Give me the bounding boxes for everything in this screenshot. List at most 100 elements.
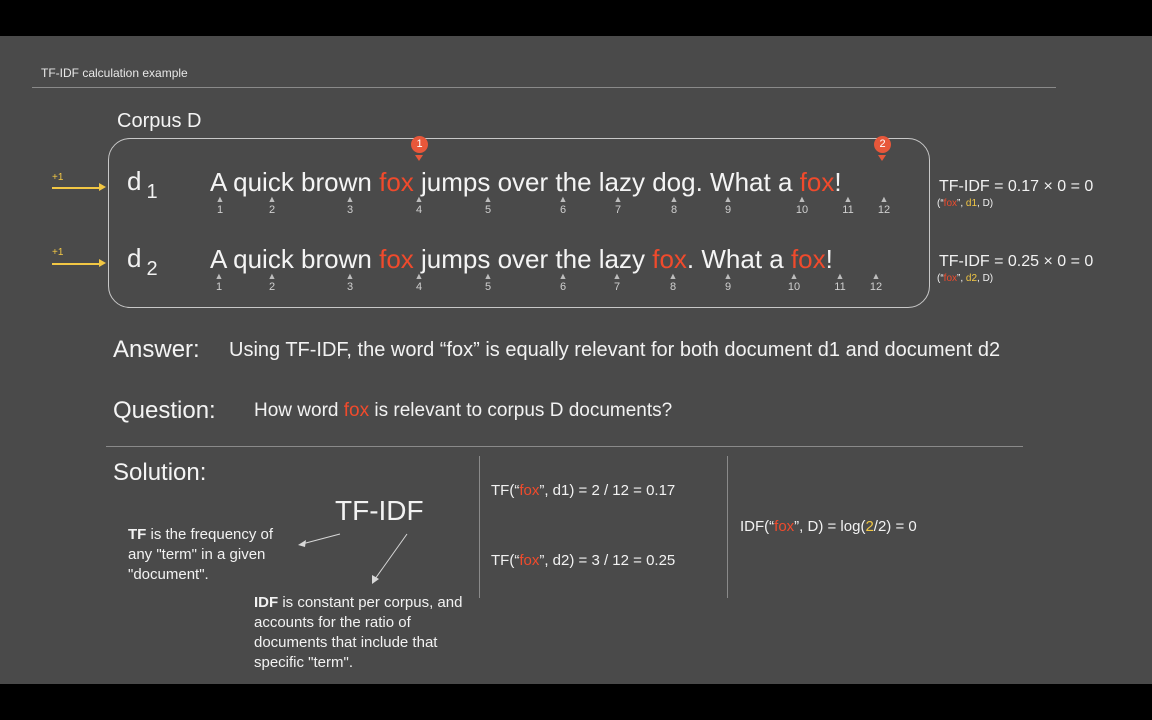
doc2-sentence: A quick brown fox jumps over the lazy fo… (210, 244, 833, 275)
word-index-marker: ▲ 6 (548, 271, 578, 294)
doc1-token: ! (834, 167, 842, 197)
word-index-marker: ▲ 12 (869, 194, 899, 217)
up-arrow-icon: ▲ (668, 271, 678, 281)
word-index: 10 (787, 281, 801, 293)
tf-d1-formula: TF(“fox”, d1) = 2 / 12 = 0.17 (491, 482, 676, 499)
doc2-token: A quick brown (210, 244, 380, 274)
col-divider-2 (727, 456, 728, 598)
word-index: 1 (215, 281, 223, 293)
up-arrow-icon: ▲ (215, 194, 225, 204)
word-index-marker: ▲ 1 (204, 271, 234, 294)
doc2-token-fox: fox (379, 244, 414, 274)
word-index-marker: ▲ 2 (257, 271, 287, 294)
word-index: 3 (346, 204, 354, 216)
word-index: 2 (268, 281, 276, 293)
word-index: 11 (842, 204, 854, 216)
word-index: 7 (613, 281, 621, 293)
doc2-sub: 2 (146, 258, 158, 280)
word-index-marker: ▲ 5 (473, 271, 503, 294)
word-index: 6 (559, 281, 567, 293)
idf-note: IDF is constant per corpus, and accounts… (254, 594, 463, 671)
answer-text: Using TF-IDF, the word “fox” is equally … (229, 339, 1001, 361)
doc2-token-fox: fox (652, 244, 687, 274)
up-arrow-icon: ▲ (214, 271, 224, 281)
word-index-marker: ▲ 10 (787, 194, 817, 217)
up-arrow-icon: ▲ (797, 194, 807, 204)
up-arrow-icon: ▲ (267, 271, 277, 281)
word-index: 10 (795, 204, 809, 216)
word-index-marker: ▲ 9 (713, 272, 743, 294)
answer-label: Answer: (113, 336, 200, 363)
up-arrow-icon: ▲ (612, 271, 622, 281)
doc2-token-fox: fox (790, 244, 826, 274)
up-arrow-icon: ▲ (483, 271, 493, 281)
word-index: 5 (484, 281, 492, 293)
idf-arrow-line (374, 533, 408, 580)
word-index: 8 (670, 204, 678, 216)
slide: TF-IDF calculation example Corpus D 1 2 … (0, 36, 1152, 684)
header-divider (32, 87, 1056, 88)
word-index: 8 (669, 281, 677, 293)
word-index: 6 (559, 204, 567, 216)
doc2-token: ! (825, 244, 833, 274)
up-arrow-icon: ▲ (345, 194, 355, 204)
word-index: 9 (724, 204, 732, 216)
word-index-marker: ▲ 11 (833, 194, 863, 217)
word-index-marker: ▲ 8 (659, 194, 689, 217)
badge-1: 1 (411, 136, 428, 153)
tfidf-heading: TF-IDF (335, 495, 424, 526)
word-index: 4 (415, 204, 423, 216)
up-arrow-icon: ▲ (879, 194, 889, 204)
doc1-label: d1 (127, 166, 158, 203)
doc2-token: jumps over the lazy (413, 244, 653, 274)
word-index: 5 (484, 204, 492, 216)
solution-divider (106, 446, 1023, 447)
tf-arrow-head (298, 540, 306, 547)
badge-2: 2 (874, 136, 891, 153)
tf-note: TF is the frequency of any "term" in a g… (128, 526, 274, 583)
doc1-arrow-line (52, 187, 100, 189)
word-index: 11 (834, 281, 846, 293)
tf-d2-formula: TF(“fox”, d2) = 3 / 12 = 0.25 (491, 552, 676, 569)
doc1-token: A quick brown (210, 167, 380, 197)
word-index-marker: ▲ 8 (658, 271, 688, 294)
badge-1-arrow (415, 155, 423, 161)
doc1-plus: +1 (52, 172, 64, 183)
doc2-token: . What a (686, 244, 791, 274)
up-arrow-icon: ▲ (723, 194, 733, 204)
idf-arrow-head (372, 575, 379, 584)
idf-formula: IDF(“fox”, D) = log(2/2) = 0 (740, 518, 917, 535)
col-divider-1 (479, 456, 480, 598)
badge-2-arrow (878, 155, 886, 161)
up-arrow-icon: ▲ (558, 194, 568, 204)
doc2-plus: +1 (52, 247, 64, 258)
word-index-marker: ▲ 2 (257, 195, 287, 217)
word-index: 12 (877, 204, 891, 216)
word-index-marker: ▲ 7 (603, 194, 633, 217)
word-index: 7 (614, 204, 622, 216)
doc1-sub: 1 (146, 181, 158, 203)
up-arrow-icon: ▲ (558, 271, 568, 281)
word-index: 2 (268, 204, 276, 216)
doc2-result: TF-IDF = 0.25 × 0 = 0 (939, 253, 1094, 270)
up-arrow-icon: ▲ (483, 194, 493, 204)
up-arrow-icon: ▲ (835, 271, 845, 281)
word-index-marker: ▲ 11 (825, 271, 855, 294)
doc1-token: jumps over the lazy dog. What a (413, 167, 800, 197)
up-arrow-icon: ▲ (345, 271, 355, 281)
tf-arrow-line (301, 533, 341, 545)
doc2-result-sub: (“fox”, d2, D) (937, 273, 994, 284)
up-arrow-icon: ▲ (843, 194, 853, 204)
word-index-marker: ▲ 12 (861, 271, 891, 294)
up-arrow-icon: ▲ (871, 271, 881, 281)
doc2-arrow-head (99, 259, 106, 267)
word-index-marker: ▲ 4 (404, 195, 434, 217)
doc1-result-sub: (“fox”, d1, D) (937, 198, 994, 209)
up-arrow-icon: ▲ (613, 194, 623, 204)
up-arrow-icon: ▲ (669, 194, 679, 204)
question-label: Question: (113, 397, 216, 424)
word-index-marker: ▲ 3 (335, 194, 365, 217)
solution-label: Solution: (113, 459, 207, 486)
word-index: 9 (724, 281, 732, 293)
doc2-label: d2 (127, 243, 158, 280)
